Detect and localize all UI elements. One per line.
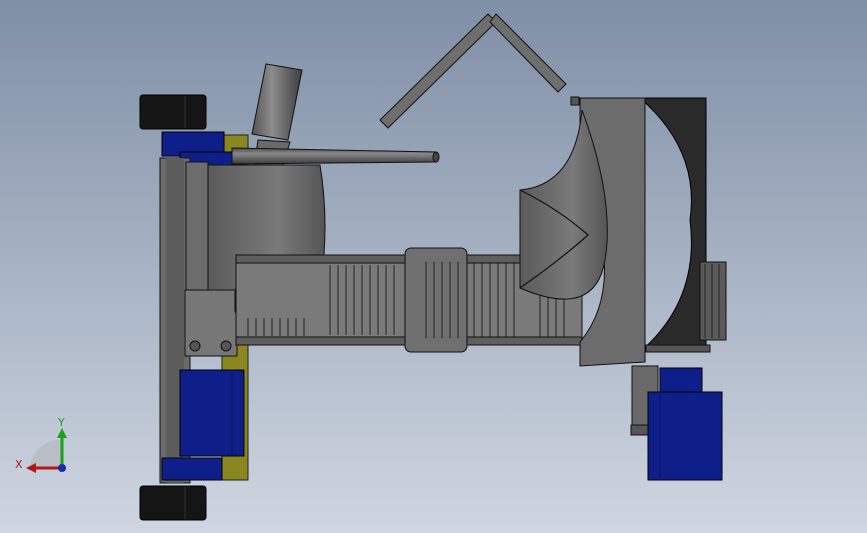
lower-blue-motor-base[interactable] xyxy=(161,457,223,481)
bottom-wheel[interactable] xyxy=(139,485,207,521)
drive-shaft[interactable] xyxy=(645,344,711,353)
bottom-right-motor[interactable] xyxy=(647,391,723,481)
rear-side-block[interactable] xyxy=(699,261,727,341)
cad-model-view: Y X xyxy=(0,0,867,533)
bolt-left xyxy=(189,340,201,352)
bolt-right xyxy=(220,340,232,352)
flap-hinge xyxy=(570,96,580,106)
z-axis-dot xyxy=(58,464,66,472)
x-axis-label: X xyxy=(15,458,23,471)
housing-flange[interactable] xyxy=(185,161,209,291)
y-axis-label: Y xyxy=(57,416,65,429)
bottom-right-motor-top[interactable] xyxy=(659,367,703,393)
long-rod-tip xyxy=(432,151,440,163)
lower-blue-motor[interactable] xyxy=(179,369,245,457)
top-wheel[interactable] xyxy=(139,94,207,130)
cad-viewport[interactable]: Y X xyxy=(0,0,867,533)
